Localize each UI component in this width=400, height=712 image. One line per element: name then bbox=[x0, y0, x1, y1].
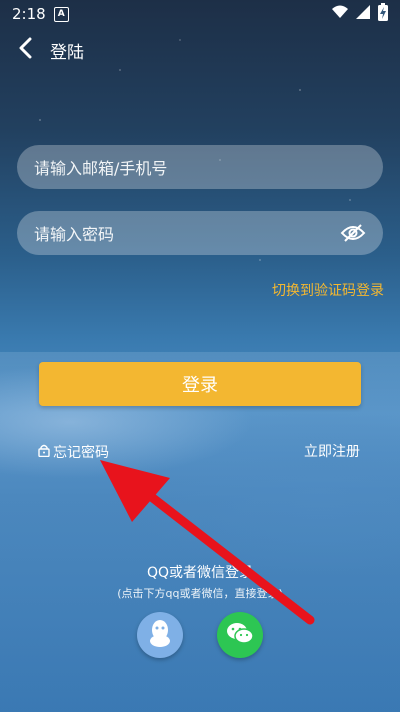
forgot-password-label: 忘记密码 bbox=[53, 445, 109, 461]
account-input[interactable]: 请输入邮箱/手机号 bbox=[17, 145, 383, 189]
status-right bbox=[332, 3, 388, 25]
password-placeholder: 请输入密码 bbox=[34, 225, 115, 244]
wechat-icon bbox=[226, 621, 254, 649]
login-button[interactable]: 登录 bbox=[39, 362, 361, 406]
forgot-password-link[interactable]: 忘记密码 bbox=[38, 442, 109, 462]
account-placeholder: 请输入邮箱/手机号 bbox=[34, 159, 168, 178]
qq-login-button[interactable] bbox=[137, 612, 183, 658]
status-bar: 2:18 A bbox=[0, 0, 400, 28]
wechat-login-button[interactable] bbox=[217, 612, 263, 658]
status-time: 2:18 bbox=[12, 5, 46, 23]
qq-icon bbox=[147, 618, 173, 652]
social-login-subtitle: (点击下方qq或者微信，直接登录) bbox=[117, 587, 283, 600]
signal-icon bbox=[356, 5, 370, 23]
battery-charging-icon bbox=[378, 3, 388, 25]
back-button[interactable] bbox=[0, 30, 50, 70]
wifi-icon bbox=[332, 5, 348, 23]
a-badge-icon: A bbox=[53, 6, 69, 22]
chevron-left-icon bbox=[18, 37, 32, 63]
page-title: 登陆 bbox=[50, 42, 84, 63]
lock-icon bbox=[38, 444, 50, 461]
switch-to-code-login-link[interactable]: 切换到验证码登录 bbox=[272, 280, 384, 300]
register-link[interactable]: 立即注册 bbox=[304, 441, 360, 461]
snow-landscape-background bbox=[0, 352, 400, 712]
app-header: 登陆 bbox=[0, 30, 400, 70]
social-login-title: QQ或者微信登录 bbox=[146, 565, 254, 581]
status-left: 2:18 A bbox=[12, 5, 69, 23]
eye-off-icon[interactable] bbox=[340, 222, 366, 244]
password-input[interactable]: 请输入密码 bbox=[17, 211, 383, 255]
